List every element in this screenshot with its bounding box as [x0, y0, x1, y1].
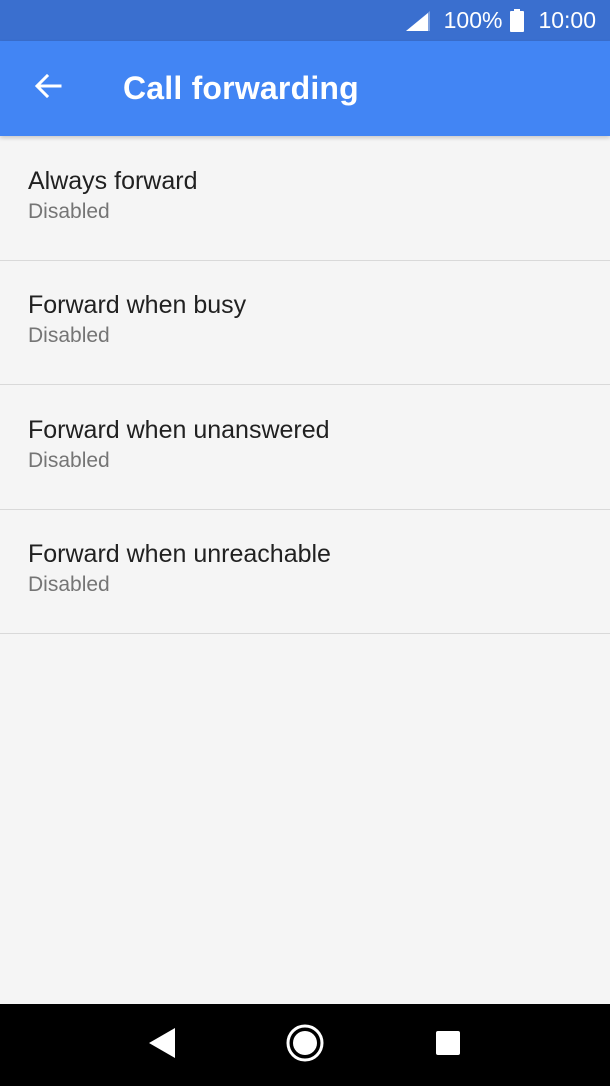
back-button[interactable] — [20, 61, 76, 117]
nav-recents-button[interactable] — [418, 1015, 478, 1075]
list-item-forward-when-unanswered[interactable]: Forward when unanswered Disabled — [0, 385, 610, 510]
list-item-title: Forward when unanswered — [28, 415, 330, 444]
page-title: Call forwarding — [123, 70, 359, 106]
status-time: 10:00 — [538, 7, 596, 33]
recents-square-icon — [434, 1029, 462, 1062]
battery-percent: 100% — [443, 7, 503, 33]
call-forwarding-list: Always forward Disabled Forward when bus… — [0, 136, 610, 634]
list-item-summary: Disabled — [28, 324, 110, 348]
app-bar: Call forwarding — [0, 41, 610, 136]
nav-back-button[interactable] — [132, 1015, 192, 1075]
list-item-always-forward[interactable]: Always forward Disabled — [0, 136, 610, 261]
nav-home-button[interactable] — [275, 1015, 335, 1075]
list-item-summary: Disabled — [28, 448, 110, 472]
battery-icon — [510, 9, 525, 32]
phone-screen: 100% 10:00 Call forwarding Always forwar… — [0, 0, 610, 1086]
list-item-title: Forward when unreachable — [28, 540, 331, 569]
status-bar: 100% 10:00 — [0, 0, 610, 41]
list-item-title: Always forward — [28, 166, 198, 195]
list-item-title: Forward when busy — [28, 291, 247, 320]
list-item-summary: Disabled — [28, 199, 110, 223]
back-triangle-icon — [147, 1026, 177, 1065]
list-item-summary: Disabled — [28, 573, 110, 597]
navigation-bar — [0, 1004, 610, 1086]
home-circle-icon — [285, 1023, 325, 1068]
list-item-forward-when-unreachable[interactable]: Forward when unreachable Disabled — [0, 510, 610, 634]
signal-icon — [405, 10, 430, 31]
list-item-forward-when-busy[interactable]: Forward when busy Disabled — [0, 261, 610, 385]
arrow-back-icon — [34, 73, 62, 103]
